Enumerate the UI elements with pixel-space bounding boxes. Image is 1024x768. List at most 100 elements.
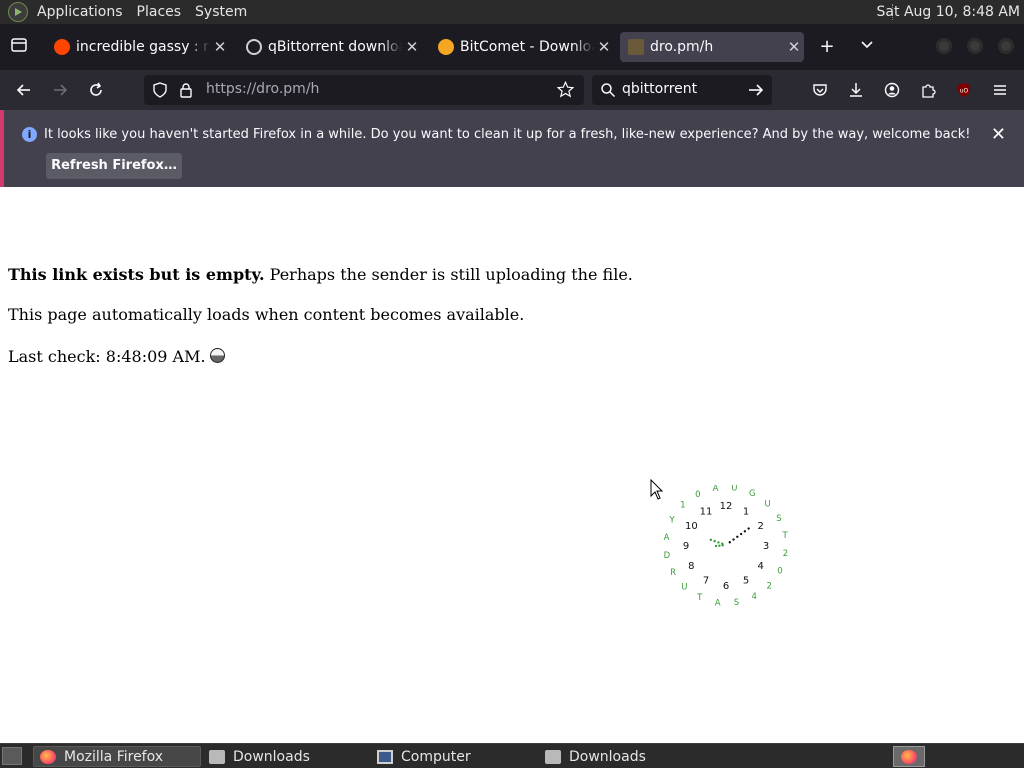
tab-title: BitComet - Download [460,39,594,55]
tab-strip: incredible gassy : r/Gas ✕ qBittorrent d… [0,24,1024,70]
firefox-icon [40,749,56,764]
extensions-puzzle-icon[interactable] [916,78,940,102]
url-text[interactable]: https://dro.pm/h [206,81,319,97]
panel-clock[interactable]: Sat Aug 10, 8:48 AM [877,0,1020,24]
tab-reddit[interactable]: incredible gassy : r/Gas ✕ [46,32,230,62]
applications-icon[interactable] [8,2,28,22]
tab-bitcomet[interactable]: BitComet - Download ✕ [430,32,614,62]
clock-hour-number: 11 [700,506,713,517]
downloads-icon[interactable] [844,78,868,102]
firefox-icon [901,749,917,764]
info-icon: i [22,127,37,142]
url-path: /h [305,81,320,97]
clock-hand-dot [713,539,716,543]
clock-date-letter: T [696,593,703,603]
clock-hour-number: 9 [683,541,689,552]
clock-date-letter: S [776,514,781,524]
clock-hour-number: 7 [703,576,709,587]
forward-icon[interactable] [48,78,72,102]
clock-hand-dot [747,527,750,530]
clock-hand-dot [728,541,731,544]
dropm-icon [628,39,644,55]
search-bar[interactable]: qbittorrent [592,75,772,105]
search-go-arrow-icon[interactable] [748,82,764,102]
lock-icon[interactable] [179,82,193,102]
close-window-icon[interactable] [998,38,1014,54]
taskbar-label: Mozilla Firefox [64,748,164,765]
clock-hour-number: 2 [757,521,763,532]
clock-hour-number: 5 [743,576,749,587]
taskbar-item-downloads-2[interactable]: Downloads [539,746,705,767]
ublock-origin-icon[interactable]: uO [952,78,976,102]
search-query[interactable]: qbittorrent [622,81,697,97]
tab-qbittorrent[interactable]: qBittorrent download fo ✕ [238,32,422,62]
minimize-window-icon[interactable] [936,38,952,54]
refresh-firefox-button[interactable]: Refresh Firefox… [46,153,182,179]
clock-date-letter: 2 [766,581,771,591]
account-icon[interactable] [880,78,904,102]
reload-icon[interactable] [84,78,108,102]
empty-link-detail: Perhaps the sender is still uploading th… [264,265,633,284]
page-content: This link exists but is empty. Perhaps t… [0,187,1024,743]
clock-hand-dot [732,538,735,541]
top-panel: Applications Places System Sat Aug 10, 8… [0,0,1024,24]
loading-spinner-icon [209,348,225,363]
clock-date-letter: A [664,533,670,543]
clock-date-letter: 0 [695,490,700,500]
bookmark-star-icon[interactable] [556,80,575,102]
workspace-switcher[interactable] [893,746,925,767]
clock-hour-number: 10 [685,521,698,532]
tab-dropm[interactable]: dro.pm/h ✕ [620,32,804,62]
clock-date-letter: A [715,598,721,608]
close-tab-icon[interactable]: ✕ [594,38,614,56]
bitcomet-icon [438,39,454,55]
taskbar-label: Computer [401,748,471,765]
pocket-icon[interactable] [808,78,832,102]
taskbar-label: Downloads [569,748,646,765]
bottom-taskbar: Mozilla Firefox Downloads Computer Downl… [0,743,1024,768]
navigation-toolbar: https://dro.pm/h qbittorrent uO [0,70,1024,110]
clock-date-letter: U [681,583,687,593]
clock-hour-number: 12 [720,501,733,512]
close-tab-icon[interactable]: ✕ [784,38,804,56]
list-all-tabs-icon[interactable] [8,36,30,58]
menu-system[interactable]: System [188,0,254,24]
clock-hand-dot [736,535,739,538]
url-bar[interactable]: https://dro.pm/h [144,75,584,105]
menu-applications[interactable]: Applications [30,0,130,24]
svg-text:uO: uO [960,88,969,95]
clock-date-letter: 4 [751,592,756,602]
close-icon[interactable]: ✕ [991,124,1006,145]
close-tab-icon[interactable]: ✕ [210,38,230,56]
clock-date-letter: U [765,499,771,509]
shield-icon[interactable] [152,82,168,102]
menu-places[interactable]: Places [130,0,189,24]
clock-hand-dot [709,538,713,542]
clock-hour-number: 1 [743,506,749,517]
clock-date-letter: R [670,568,676,578]
clock-date-letter: U [731,485,737,494]
maximize-window-icon[interactable] [967,38,983,54]
tab-title: incredible gassy : r/Gas [76,39,210,55]
clock-date-letter: Y [668,516,675,526]
taskbar-item-downloads[interactable]: Downloads [203,746,369,767]
show-desktop-icon[interactable] [2,747,22,765]
clock-hour-number: 6 [723,581,729,592]
close-tab-icon[interactable]: ✕ [402,38,422,56]
analog-clock-widget: 12 1234567891011A UGUST2024SATURDAY10 [664,485,789,608]
back-icon[interactable] [12,78,36,102]
search-icon [600,82,616,102]
last-check-line: Last check: 8:48:09 AM. [8,347,225,366]
tab-title: qBittorrent download fo [268,39,402,55]
new-tab-icon[interactable]: + [816,36,838,58]
hamburger-menu-icon[interactable] [988,78,1012,102]
clock-hand-dot [717,541,720,544]
clock-hand-dot [721,544,724,547]
clock-hand-dot [714,544,718,548]
autoload-message: This page automatically loads when conte… [8,305,525,324]
taskbar-item-firefox[interactable]: Mozilla Firefox [33,746,201,767]
clock-date-letter: G [749,489,756,499]
taskbar-item-computer[interactable]: Computer [371,746,537,767]
chevron-down-icon[interactable] [856,36,878,58]
last-check-text: Last check: 8:48:09 AM. [8,347,206,366]
